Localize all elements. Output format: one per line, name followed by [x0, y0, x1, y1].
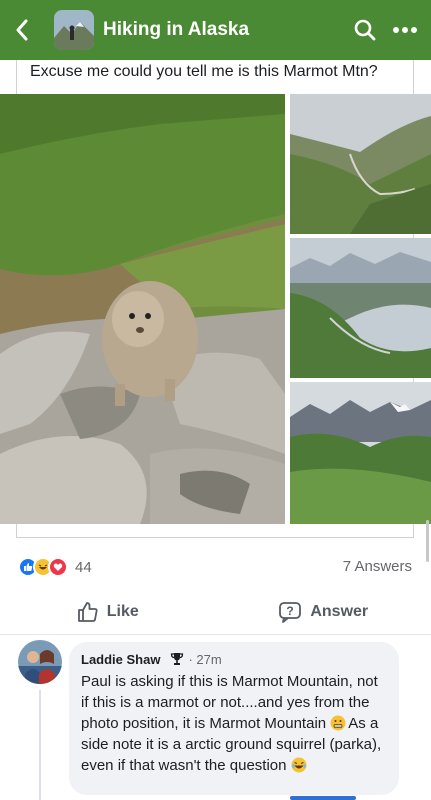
comment-header: Laddie Shaw · 27m — [81, 650, 387, 668]
svg-text:?: ? — [287, 604, 294, 618]
scrollbar[interactable] — [426, 520, 429, 562]
group-avatar[interactable] — [54, 10, 94, 50]
comment-text: Paul is asking if this is Marmot Mountai… — [81, 671, 387, 776]
search-icon — [354, 19, 376, 41]
photo-ground-squirrel[interactable] — [0, 94, 285, 524]
back-button[interactable] — [0, 0, 44, 60]
group-header: Hiking in Alaska — [0, 0, 431, 60]
photo-green-valley-snowy-peaks[interactable] — [290, 382, 431, 524]
divider — [0, 634, 431, 635]
reaction-count: 44 — [75, 558, 92, 576]
bottom-indicator — [290, 796, 356, 800]
answers-count[interactable]: 7 Answers — [343, 558, 412, 575]
question-bubble-icon: ? — [279, 602, 302, 623]
search-button[interactable] — [345, 0, 385, 60]
trophy-icon — [170, 652, 184, 666]
photo-mountain-valley-road[interactable] — [290, 94, 431, 234]
comment-time: · 27m — [188, 651, 222, 667]
more-button[interactable] — [385, 0, 425, 60]
answer-button[interactable]: ? Answer — [216, 593, 431, 631]
comment-bubble[interactable]: Laddie Shaw · 27m Paul is asking if this… — [69, 642, 399, 795]
post-text: Excuse me could you tell me is this Marm… — [30, 63, 378, 80]
more-horizontal-icon — [393, 27, 417, 33]
reaction-summary[interactable]: 44 — [18, 556, 92, 578]
thumbs-up-icon — [77, 602, 98, 622]
grimace-emoji-icon — [330, 715, 346, 731]
chevron-left-icon — [16, 19, 28, 41]
laughing-emoji-icon — [291, 757, 307, 773]
like-button[interactable]: Like — [0, 593, 216, 631]
comment-author[interactable]: Laddie Shaw — [81, 652, 160, 667]
thread-line — [39, 690, 41, 800]
love-icon — [48, 557, 68, 577]
like-label: Like — [106, 603, 139, 620]
group-title[interactable]: Hiking in Alaska — [103, 19, 345, 41]
photo-valley-distant-peaks[interactable] — [290, 238, 431, 378]
post-actions: Like ? Answer — [0, 593, 431, 631]
answer-label: Answer — [310, 603, 369, 620]
avatar[interactable] — [18, 640, 62, 684]
